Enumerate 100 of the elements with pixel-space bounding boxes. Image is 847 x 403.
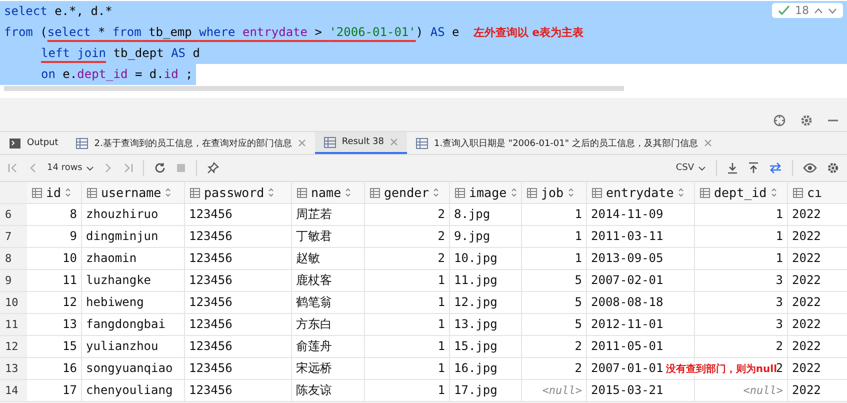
column-header[interactable]: entrydate [587, 182, 695, 203]
sql-text: * [96, 24, 106, 41]
column-icon [700, 188, 710, 198]
table-cell: dingminjun [82, 226, 185, 247]
close-icon[interactable] [298, 139, 306, 147]
inspection-badge[interactable]: 18 [772, 3, 843, 18]
table-cell: 11.jpg [450, 270, 522, 291]
upload-icon[interactable] [748, 162, 759, 174]
table-cell: songyuanqiao [82, 358, 185, 379]
table-cell: 2 [522, 336, 587, 357]
sql-text: ( [39, 24, 48, 41]
column-header[interactable]: password [185, 182, 292, 203]
sort-icon[interactable] [770, 188, 777, 197]
sql-field: entrydate [242, 22, 308, 43]
table-cell: 2015-03-21 [587, 380, 695, 401]
column-header[interactable]: job [522, 182, 587, 203]
table-cell: 15.jpg [450, 336, 522, 357]
table-cell: 13 [27, 314, 82, 335]
pin-icon[interactable] [207, 162, 220, 174]
compare-icon[interactable] [769, 162, 782, 174]
target-icon[interactable] [773, 114, 786, 127]
result-tab[interactable]: Result 38 [314, 132, 407, 154]
sort-icon[interactable] [268, 188, 274, 197]
table-cell: 123456 [185, 270, 292, 291]
refresh-icon[interactable] [154, 162, 166, 174]
sql-field: id [164, 64, 178, 85]
close-icon[interactable] [704, 139, 712, 147]
sort-icon[interactable] [65, 188, 72, 197]
sql-text: tb_emp [148, 24, 193, 41]
column-header[interactable]: gender [365, 182, 450, 203]
up-caret-icon[interactable] [814, 8, 823, 14]
eye-icon[interactable] [803, 163, 817, 173]
first-page-icon[interactable] [8, 163, 19, 173]
table-cell: 1 [522, 248, 587, 269]
settings-icon[interactable] [827, 162, 839, 174]
table-cell: 鹿杖客 [292, 270, 365, 291]
column-header[interactable]: username [82, 182, 185, 203]
row-number: 8 [0, 248, 27, 269]
table-cell: 2022 [788, 358, 847, 379]
sql-text: e. [62, 66, 78, 83]
table-cell: 1 [365, 292, 450, 313]
table-icon [416, 138, 428, 148]
table-cell: 11 [27, 270, 82, 291]
export-format-dropdown[interactable]: CSV [676, 163, 706, 173]
sql-keyword: AS [430, 24, 445, 41]
table-cell: 周芷若 [292, 204, 365, 225]
column-icon [32, 188, 42, 198]
table-cell: 2012-11-01 [587, 314, 695, 335]
column-icon [793, 188, 803, 198]
sql-keyword: select [4, 3, 48, 20]
rows-dropdown[interactable]: 14 rows [47, 163, 94, 173]
settings-icon[interactable] [800, 114, 813, 127]
result-tab[interactable]: 2.基于查询到的员工信息，在查询对应的部门信息 [67, 132, 315, 154]
table-cell: 鹤笔翁 [292, 292, 365, 313]
sql-text: > [314, 24, 323, 41]
column-header[interactable]: id [27, 182, 82, 203]
column-icon [190, 188, 200, 198]
table-cell: <null> [695, 380, 788, 401]
table-cell: 2 [365, 226, 450, 247]
table-cell: 16.jpg [450, 358, 522, 379]
sort-icon[interactable] [345, 188, 352, 197]
sort-icon[interactable] [510, 188, 517, 197]
sort-icon[interactable] [678, 188, 684, 197]
table-cell: 3 [695, 314, 788, 335]
table-cell: 1 [365, 270, 450, 291]
table-cell: 2022 [788, 336, 847, 357]
table-cell: 123456 [185, 248, 292, 269]
result-tab[interactable]: 1.查询入职日期是 "2006-01-01" 之后的员工信息，及其部门信息 [406, 132, 721, 154]
column-icon [297, 188, 307, 198]
download-icon[interactable] [727, 162, 738, 174]
column-icon [87, 188, 97, 198]
close-icon[interactable] [390, 138, 398, 146]
table-cell: 1 [695, 248, 788, 269]
previous-page-icon[interactable] [29, 163, 37, 173]
last-page-icon[interactable] [122, 163, 134, 173]
horizontal-scrollbar[interactable] [4, 86, 624, 91]
sort-icon[interactable] [433, 188, 440, 197]
result-tab[interactable]: Output [0, 132, 68, 154]
row-number: 10 [0, 292, 27, 313]
column-header[interactable]: image [450, 182, 522, 203]
table-cell: 17 [27, 380, 82, 401]
table-cell: 2022 [788, 380, 847, 401]
sort-icon[interactable] [165, 188, 172, 197]
down-caret-icon[interactable] [828, 8, 837, 14]
table-icon [76, 138, 88, 148]
column-header[interactable]: dept_id [695, 182, 788, 203]
table-cell: 9 [27, 226, 82, 247]
table-cell: 13.jpg [450, 314, 522, 335]
sort-icon[interactable] [568, 188, 574, 197]
stop-icon[interactable] [176, 163, 186, 173]
column-header[interactable]: name [292, 182, 365, 203]
table-cell: 1 [365, 314, 450, 335]
table-cell: 12.jpg [450, 292, 522, 313]
sql-keyword: from [4, 24, 33, 41]
column-header[interactable]: cı [788, 182, 847, 203]
sql-keyword: AS [171, 45, 186, 62]
table-cell: 2 [522, 358, 587, 379]
next-page-icon[interactable] [104, 163, 112, 173]
table-cell: luzhangke [82, 270, 185, 291]
table-cell: 2013-09-05 [587, 248, 695, 269]
